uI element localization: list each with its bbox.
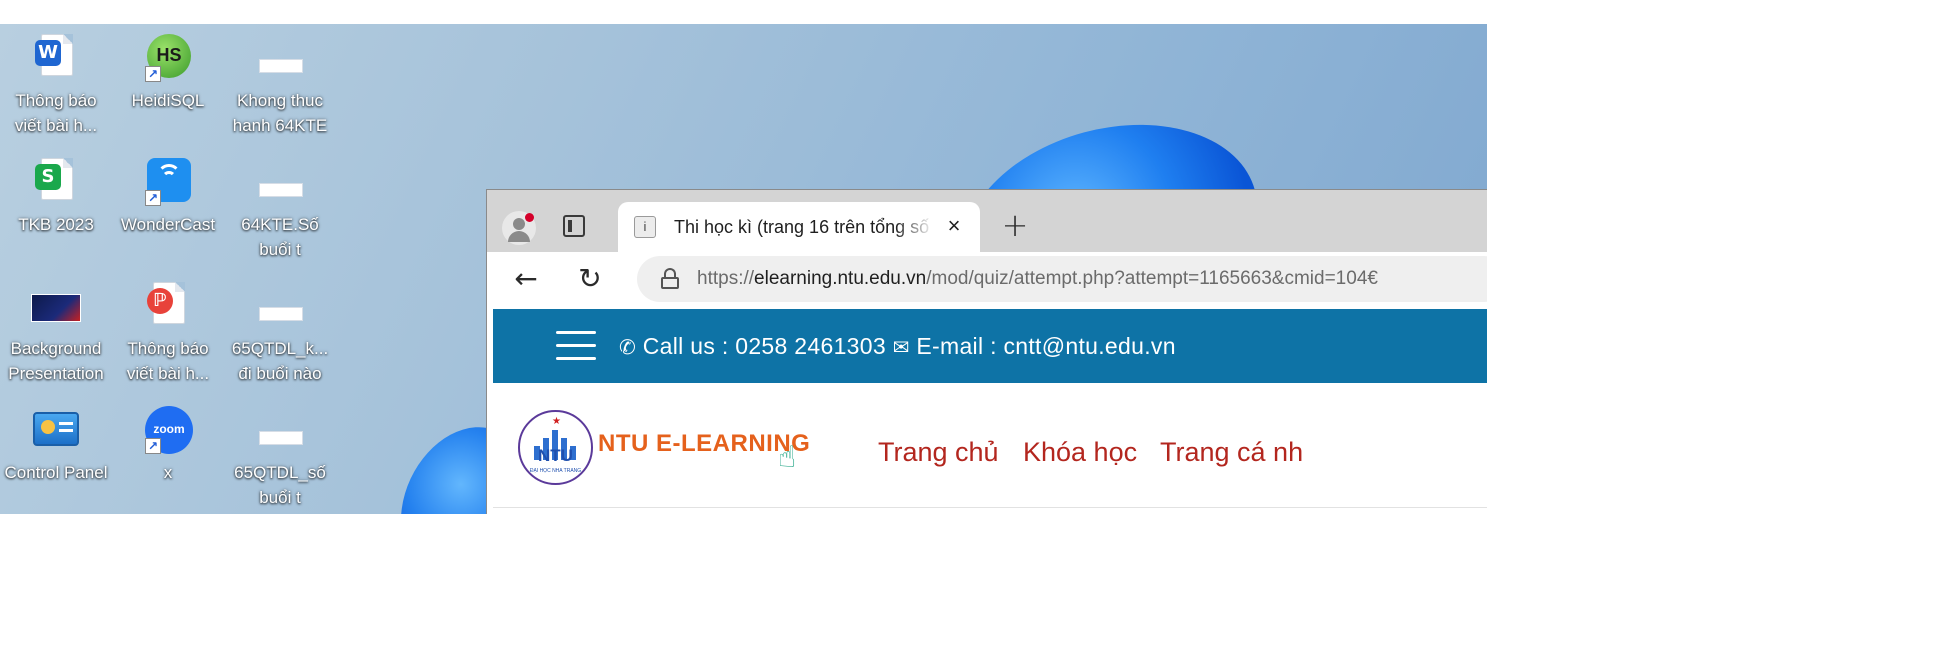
- contact-info: ✆ Call us : 0258 2461303 ✉ E-mail : cntt…: [619, 331, 1176, 362]
- desktop-icon-65qtdl-k[interactable]: 65QTDL_k... đi buổi nào: [224, 274, 336, 394]
- site-topbar: ✆ Call us : 0258 2461303 ✉ E-mail : cntt…: [493, 309, 1487, 383]
- menu-link-courses[interactable]: Khóa học: [1023, 436, 1137, 468]
- url-text[interactable]: https://elearning.ntu.edu.vn/mod/quiz/at…: [697, 268, 1378, 290]
- word-document-icon: W: [33, 34, 79, 80]
- blank-file-icon: [257, 34, 303, 80]
- notification-dot: [525, 213, 534, 222]
- spreadsheet-icon: S: [33, 158, 79, 204]
- desktop-icon-label: 65QTDL_k... đi buổi nào: [231, 339, 329, 383]
- desktop-icon-64kte-so-buoi[interactable]: 64KTE.Số buổi t: [224, 150, 336, 270]
- logo-abbreviation: NTU: [538, 446, 573, 465]
- tab-actions-icon[interactable]: [563, 215, 585, 237]
- desktop-icon-label: HeidiSQL: [131, 91, 205, 110]
- reload-icon[interactable]: ↻: [573, 262, 607, 296]
- blank-file-icon: [257, 282, 303, 328]
- desktop-icon-thong-bao-word[interactable]: W Thông báo viết bài h...: [0, 26, 112, 146]
- heidisql-icon: HS ↗: [145, 34, 191, 82]
- desktop-icon-label: Thông báo viết bài h...: [14, 91, 98, 135]
- desktop-icon-label: 64KTE.Số buổi t: [241, 215, 319, 259]
- presentation-thumbnail-icon: [31, 282, 81, 328]
- blank-file-icon: [257, 406, 303, 452]
- desktop-icon-label: x: [163, 463, 173, 482]
- lock-icon[interactable]: [661, 268, 679, 289]
- desktop-icon-label: Khong thuc hanh 64KTE: [232, 91, 328, 135]
- contact-email[interactable]: E-mail : cntt@ntu.edu.vn: [916, 333, 1175, 359]
- menu-link-profile[interactable]: Trang cá nh: [1160, 436, 1303, 468]
- desktop-icon-background-presentation[interactable]: Background Presentation: [0, 274, 112, 394]
- desktop-icon-65qtdl-so-buoi[interactable]: 65QTDL_số buổi t: [224, 398, 336, 514]
- url-prefix: https://: [697, 268, 755, 289]
- blank-file-icon: [257, 158, 303, 204]
- logo-subtitle: ĐẠI HỌC NHA TRANG: [529, 468, 582, 474]
- webpage: ✆ Call us : 0258 2461303 ✉ E-mail : cntt…: [493, 309, 1487, 514]
- control-panel-icon: [33, 406, 79, 452]
- tab-title: Thi học kì (trang 16 trên tổng số: [674, 217, 930, 237]
- desktop-icon-wondercast[interactable]: ↗ WonderCast: [112, 150, 224, 270]
- contact-call: Call us : 0258 2461303: [642, 333, 886, 359]
- desktop-icon-thong-bao-pdf[interactable]: ℙ Thông báo viết bài h...: [112, 274, 224, 394]
- hamburger-menu-icon[interactable]: [556, 331, 596, 361]
- envelope-icon: ✉: [892, 335, 910, 359]
- url-host: elearning.ntu.edu.vn: [754, 268, 927, 289]
- pdf-document-icon: ℙ: [145, 282, 191, 328]
- desktop-icon-label: Thông báo viết bài h...: [126, 339, 210, 383]
- menu-link-home[interactable]: Trang chủ: [878, 436, 999, 468]
- browser-window: i Thi học kì (trang 16 trên tổng số × + …: [486, 189, 1487, 514]
- desktop-icon-heidisql[interactable]: HS ↗ HeidiSQL: [112, 26, 224, 146]
- desktop-icon-label: 65QTDL_số buổi t: [234, 463, 326, 507]
- profile-avatar-icon[interactable]: [502, 211, 536, 245]
- new-tab-button[interactable]: +: [999, 209, 1031, 242]
- ntu-logo[interactable]: ★ NTU ĐẠI HỌC NHA TRANG: [518, 410, 593, 485]
- address-bar[interactable]: https://elearning.ntu.edu.vn/mod/quiz/at…: [637, 256, 1487, 302]
- tab-strip: i Thi học kì (trang 16 trên tổng số × +: [487, 190, 1487, 252]
- desktop-icon-control-panel[interactable]: Control Panel: [0, 398, 112, 514]
- desktop-icon-label: WonderCast: [120, 215, 216, 234]
- back-arrow-icon[interactable]: ←: [509, 262, 543, 296]
- close-tab-icon[interactable]: ×: [942, 214, 966, 238]
- wondercast-icon: ↗: [145, 158, 191, 206]
- quiz-favicon-icon: i: [634, 216, 656, 238]
- desktop-icon-label: TKB 2023: [18, 215, 94, 234]
- desktop-icon-zoom[interactable]: zoom ↗ x: [112, 398, 224, 514]
- desktop-icon-khong-thuc-hanh[interactable]: Khong thuc hanh 64KTE: [224, 26, 336, 146]
- desktop-icon-label: Background Presentation: [8, 339, 104, 383]
- desktop-icon-label: Control Panel: [4, 463, 108, 482]
- desktop-icon-tkb-2023[interactable]: S TKB 2023: [0, 150, 112, 270]
- pointing-hand-icon: ☝: [778, 440, 797, 475]
- browser-tab[interactable]: i Thi học kì (trang 16 trên tổng số ×: [618, 202, 980, 252]
- url-path: /mod/quiz/attempt.php?attempt=1165663&cm…: [926, 268, 1378, 289]
- site-main-nav: ★ NTU ĐẠI HỌC NHA TRANG NTU E-LEARNING ☝…: [493, 383, 1487, 508]
- navigation-bar: ← ↻ https://elearning.ntu.edu.vn/mod/qui…: [487, 252, 1487, 309]
- zoom-icon: zoom ↗: [145, 406, 193, 454]
- phone-icon: ✆: [619, 335, 637, 359]
